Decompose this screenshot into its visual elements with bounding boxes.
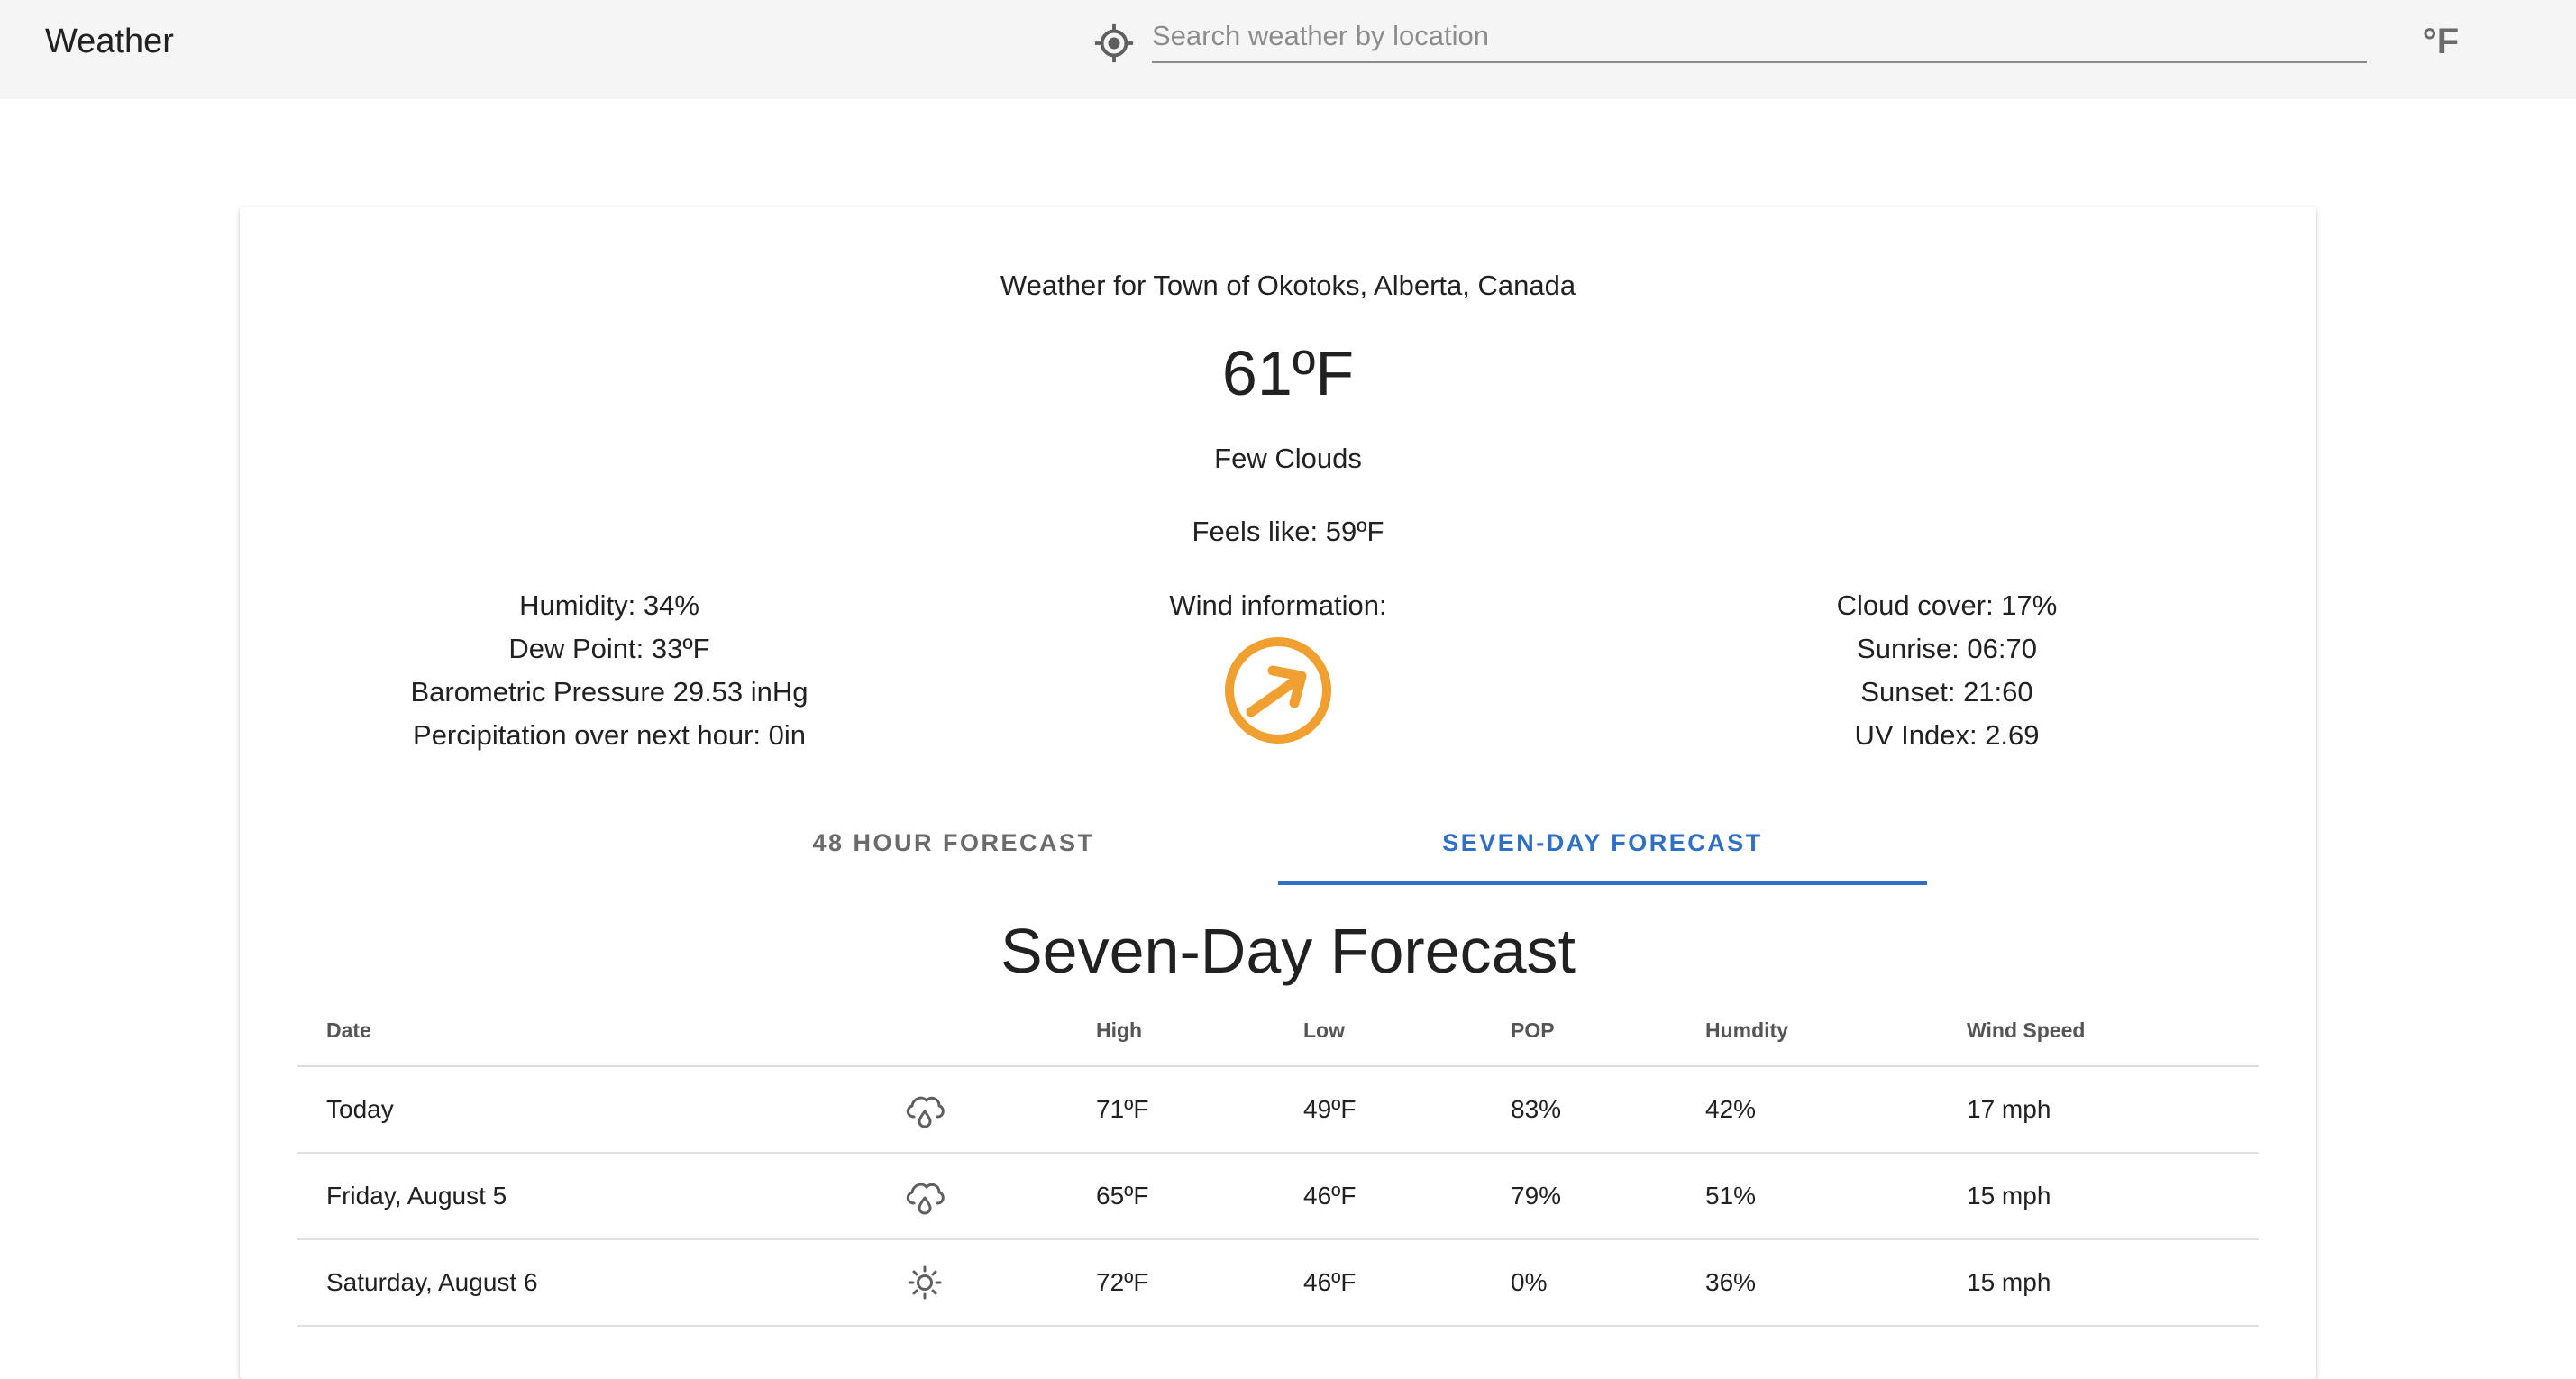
dew-point: Dew Point: 33ºF	[508, 633, 710, 664]
row-humidity: 51%	[1705, 1153, 1967, 1240]
current-temperature: 61ºF	[1221, 338, 1355, 408]
location-title: Weather for Town of Okotoks, Alberta, Ca…	[1000, 269, 1576, 301]
table-row: Friday, August 5 65ºF 46ºF 79% 51% 15 mp…	[297, 1153, 2259, 1240]
humidity: Humidity: 34%	[519, 589, 699, 621]
row-low: 46ºF	[1303, 1239, 1511, 1327]
column-header-humidity: Humdity	[1705, 995, 1967, 1067]
row-date: Saturday, August 6	[297, 1239, 903, 1327]
row-low: 49ºF	[1303, 1066, 1511, 1154]
tab-48-hour-forecast[interactable]: 48 HOUR FORECAST	[629, 809, 1278, 885]
app-title: Weather	[45, 23, 174, 60]
row-humidity: 36%	[1705, 1239, 1967, 1327]
row-low: 46ºF	[1303, 1153, 1511, 1240]
table-header-row: Date High Low POP Humdity Wind Speed	[297, 995, 2259, 1067]
row-high: 72ºF	[1096, 1239, 1303, 1327]
forecast-section-title: Seven-Day Forecast	[1000, 916, 1576, 986]
search-input[interactable]	[1152, 14, 2367, 58]
table-row: Saturday, August 6 72ºF 46ºF 0% 36% 15 m…	[297, 1239, 2259, 1327]
forecast-table: Date High Low POP Humdity Wind Speed Tod…	[297, 995, 2259, 1327]
wind-label: Wind information:	[1169, 589, 1387, 621]
precipitation: Percipitation over next hour: 0in	[413, 719, 806, 751]
tab-seven-day-forecast[interactable]: SEVEN-DAY FORECAST	[1278, 809, 1927, 885]
column-header-icon	[903, 995, 1096, 1067]
column-header-high: High	[1096, 995, 1303, 1067]
feels-like: Feels like: 59ºF	[1192, 516, 1384, 547]
row-wind-speed: 15 mph	[1967, 1239, 2259, 1327]
conditions-left-column: Humidity: 34% Dew Point: 33ºF Barometric…	[339, 584, 880, 757]
column-header-date: Date	[297, 995, 903, 1067]
app-bar: Weather °F	[0, 0, 2576, 99]
cloud-cover: Cloud cover: 17%	[1836, 589, 2058, 621]
row-high: 65ºF	[1096, 1153, 1303, 1240]
column-header-pop: POP	[1511, 995, 1705, 1067]
row-date: Today	[297, 1066, 903, 1154]
row-date: Friday, August 5	[297, 1153, 903, 1240]
row-pop: 0%	[1511, 1239, 1705, 1327]
conditions-right-column: Cloud cover: 17% Sunrise: 06:70 Sunset: …	[1676, 584, 2217, 757]
barometric-pressure: Barometric Pressure 29.53 inHg	[410, 676, 808, 708]
uv-index: UV Index: 2.69	[1854, 719, 2040, 751]
row-high: 71ºF	[1096, 1066, 1303, 1154]
column-header-wind-speed: Wind Speed	[1967, 995, 2259, 1067]
rain-cloud-icon	[903, 1176, 1096, 1216]
rain-cloud-icon	[903, 1090, 1096, 1129]
row-pop: 83%	[1511, 1066, 1705, 1154]
row-wind-speed: 17 mph	[1967, 1066, 2259, 1154]
column-header-low: Low	[1303, 995, 1511, 1067]
current-condition: Few Clouds	[1214, 443, 1362, 474]
row-humidity: 42%	[1705, 1066, 1967, 1154]
sun-icon	[903, 1263, 1096, 1302]
my-location-icon[interactable]	[1089, 18, 1139, 68]
sunset: Sunset: 21:60	[1860, 676, 2033, 708]
wind-info: Wind information:	[1098, 584, 1458, 627]
active-tab-indicator	[1278, 881, 1927, 885]
row-pop: 79%	[1511, 1153, 1705, 1240]
unit-toggle-button[interactable]: °F	[2416, 18, 2466, 65]
search-field[interactable]	[1152, 14, 2367, 63]
sunrise: Sunrise: 06:70	[1857, 633, 2037, 664]
table-row: Today 71ºF 49ºF 83% 42% 17 mph	[297, 1066, 2259, 1154]
row-wind-speed: 15 mph	[1967, 1153, 2259, 1240]
wind-direction-arrow-icon	[1222, 635, 1334, 746]
forecast-tabs: 48 HOUR FORECAST SEVEN-DAY FORECAST	[0, 809, 2576, 885]
